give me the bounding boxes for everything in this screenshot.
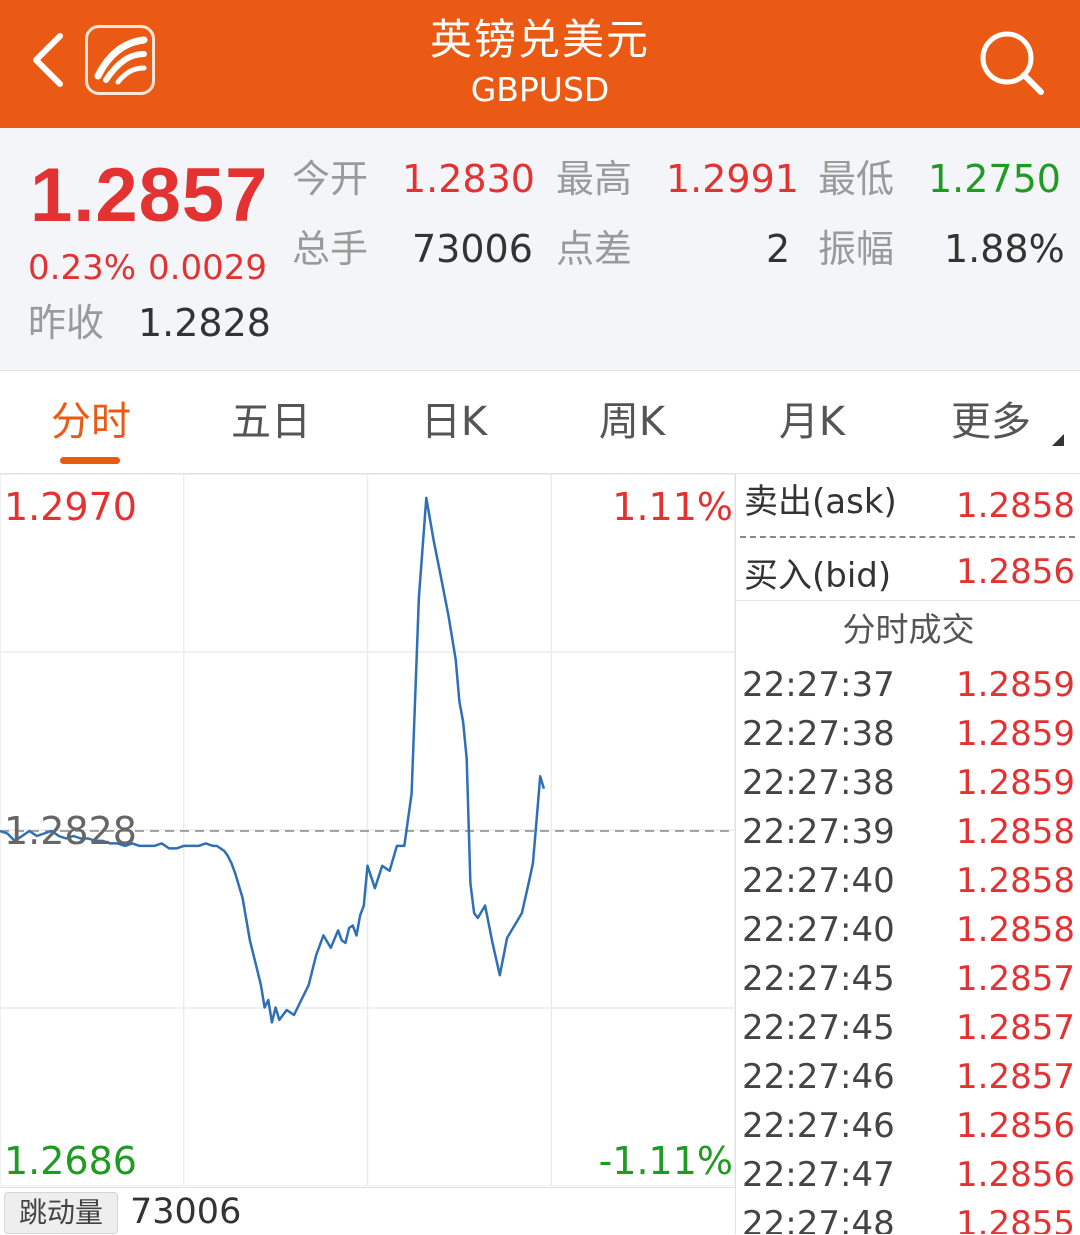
prev-close-value: 1.2828 bbox=[138, 301, 271, 345]
tick-time: 22:27:46 bbox=[742, 1057, 895, 1097]
tick-price: 1.2855 bbox=[956, 1204, 1075, 1234]
tick-price: 1.2859 bbox=[956, 665, 1075, 705]
tick-time: 22:27:45 bbox=[742, 1008, 895, 1048]
volume-label: 总手 bbox=[292, 227, 369, 271]
more-caret-icon bbox=[1052, 434, 1064, 446]
high-value: 1.2991 bbox=[666, 157, 799, 201]
tick-row: 22:27:48 1.2855 bbox=[736, 1201, 1080, 1234]
app-header: 英镑兑美元 GBPUSD bbox=[0, 0, 1080, 128]
order-book-divider bbox=[740, 536, 1075, 538]
tab-intraday[interactable]: 分时 bbox=[46, 397, 136, 447]
chart-period-tabs: 分时 五日 日K 周K 月K 更多 bbox=[0, 371, 1080, 474]
ask-value: 1.2858 bbox=[956, 486, 1075, 526]
search-icon bbox=[980, 31, 1044, 95]
active-tab-indicator bbox=[60, 457, 120, 464]
axis-bottom-price: 1.2686 bbox=[4, 1139, 137, 1183]
tick-price: 1.2856 bbox=[956, 1106, 1075, 1146]
axis-top-price: 1.2970 bbox=[4, 485, 137, 529]
tick-row: 22:27:46 1.2857 bbox=[736, 1054, 1080, 1103]
spread-label: 点差 bbox=[556, 227, 633, 271]
tick-price: 1.2859 bbox=[956, 763, 1075, 803]
tick-time: 22:27:38 bbox=[742, 714, 895, 754]
tick-price: 1.2858 bbox=[956, 861, 1075, 901]
bid-label: 买入(bid) bbox=[744, 556, 892, 596]
tick-price: 1.2856 bbox=[956, 1155, 1075, 1195]
axis-ref-price: 1.2828 bbox=[4, 809, 137, 853]
tick-price: 1.2857 bbox=[956, 959, 1075, 999]
tick-time: 22:27:40 bbox=[742, 910, 895, 950]
quote-panel: 1.2857 0.23% 0.0029 昨收 1.2828 今开 1.2830 … bbox=[0, 128, 1080, 371]
change-value: 0.0029 bbox=[148, 248, 267, 288]
tick-row: 22:27:47 1.2856 bbox=[736, 1152, 1080, 1201]
tick-time: 22:27:46 bbox=[742, 1106, 895, 1146]
panel-separator bbox=[736, 600, 1080, 601]
volume-strip: 跳动量 73006 bbox=[0, 1187, 735, 1235]
tick-price: 1.2858 bbox=[956, 812, 1075, 852]
open-value: 1.2830 bbox=[402, 157, 535, 201]
search-button[interactable] bbox=[975, 26, 1047, 98]
tick-price: 1.2857 bbox=[956, 1008, 1075, 1048]
bid-value: 1.2856 bbox=[956, 552, 1075, 592]
tick-row: 22:27:39 1.2858 bbox=[736, 809, 1080, 858]
tick-volume-value: 73006 bbox=[130, 1192, 242, 1232]
open-label: 今开 bbox=[292, 157, 369, 201]
tick-row: 22:27:40 1.2858 bbox=[736, 858, 1080, 907]
tab-five-day[interactable]: 五日 bbox=[226, 397, 316, 447]
low-label: 最低 bbox=[818, 157, 895, 201]
order-book-panel: 卖出(ask) 1.2858 买入(bid) 1.2856 分时成交 22:27… bbox=[735, 474, 1080, 1234]
ticks-title: 分时成交 bbox=[842, 610, 975, 649]
price-series-line bbox=[0, 496, 546, 1024]
tick-row: 22:27:40 1.2858 bbox=[736, 907, 1080, 956]
amplitude-value: 1.88% bbox=[944, 227, 1065, 271]
tick-time: 22:27:38 bbox=[742, 763, 895, 803]
tab-monthly-k[interactable]: 月K bbox=[774, 397, 850, 447]
tick-row: 22:27:45 1.2857 bbox=[736, 1005, 1080, 1054]
amplitude-label: 振幅 bbox=[818, 227, 895, 271]
tab-weekly-k[interactable]: 周K bbox=[594, 397, 670, 447]
tick-time: 22:27:47 bbox=[742, 1155, 895, 1195]
tick-time: 22:27:48 bbox=[742, 1204, 895, 1234]
tick-price: 1.2858 bbox=[956, 910, 1075, 950]
tick-volume-label[interactable]: 跳动量 bbox=[4, 1192, 119, 1234]
symbol-code: GBPUSD bbox=[470, 70, 610, 109]
tick-time: 22:27:39 bbox=[742, 812, 895, 852]
tab-more[interactable]: 更多 bbox=[946, 397, 1036, 447]
low-value: 1.2750 bbox=[928, 157, 1061, 201]
intraday-chart[interactable]: 1.2970 1.11% 1.2828 1.2686 -1.11% bbox=[0, 473, 736, 1187]
tick-row: 22:27:38 1.2859 bbox=[736, 760, 1080, 809]
tick-row: 22:27:38 1.2859 bbox=[736, 711, 1080, 760]
tick-time: 22:27:37 bbox=[742, 665, 895, 705]
spread-value: 2 bbox=[766, 227, 791, 271]
high-label: 最高 bbox=[556, 157, 633, 201]
change-percent: 0.23% bbox=[28, 248, 137, 288]
tick-time: 22:27:45 bbox=[742, 959, 895, 999]
axis-bottom-percent: -1.11% bbox=[598, 1139, 733, 1183]
tab-daily-k[interactable]: 日K bbox=[416, 397, 492, 447]
page-title: 英镑兑美元 bbox=[429, 15, 650, 64]
axis-top-percent: 1.11% bbox=[612, 485, 733, 529]
last-price: 1.2857 bbox=[30, 153, 269, 238]
tick-price: 1.2857 bbox=[956, 1057, 1075, 1097]
tick-row: 22:27:37 1.2859 bbox=[736, 662, 1080, 711]
tick-time: 22:27:40 bbox=[742, 861, 895, 901]
volume-value: 73006 bbox=[412, 227, 533, 271]
prev-close-label: 昨收 bbox=[28, 301, 105, 345]
tick-row: 22:27:46 1.2856 bbox=[736, 1103, 1080, 1152]
tick-price: 1.2859 bbox=[956, 714, 1075, 754]
tick-row: 22:27:45 1.2857 bbox=[736, 956, 1080, 1005]
ask-label: 卖出(ask) bbox=[744, 482, 897, 522]
